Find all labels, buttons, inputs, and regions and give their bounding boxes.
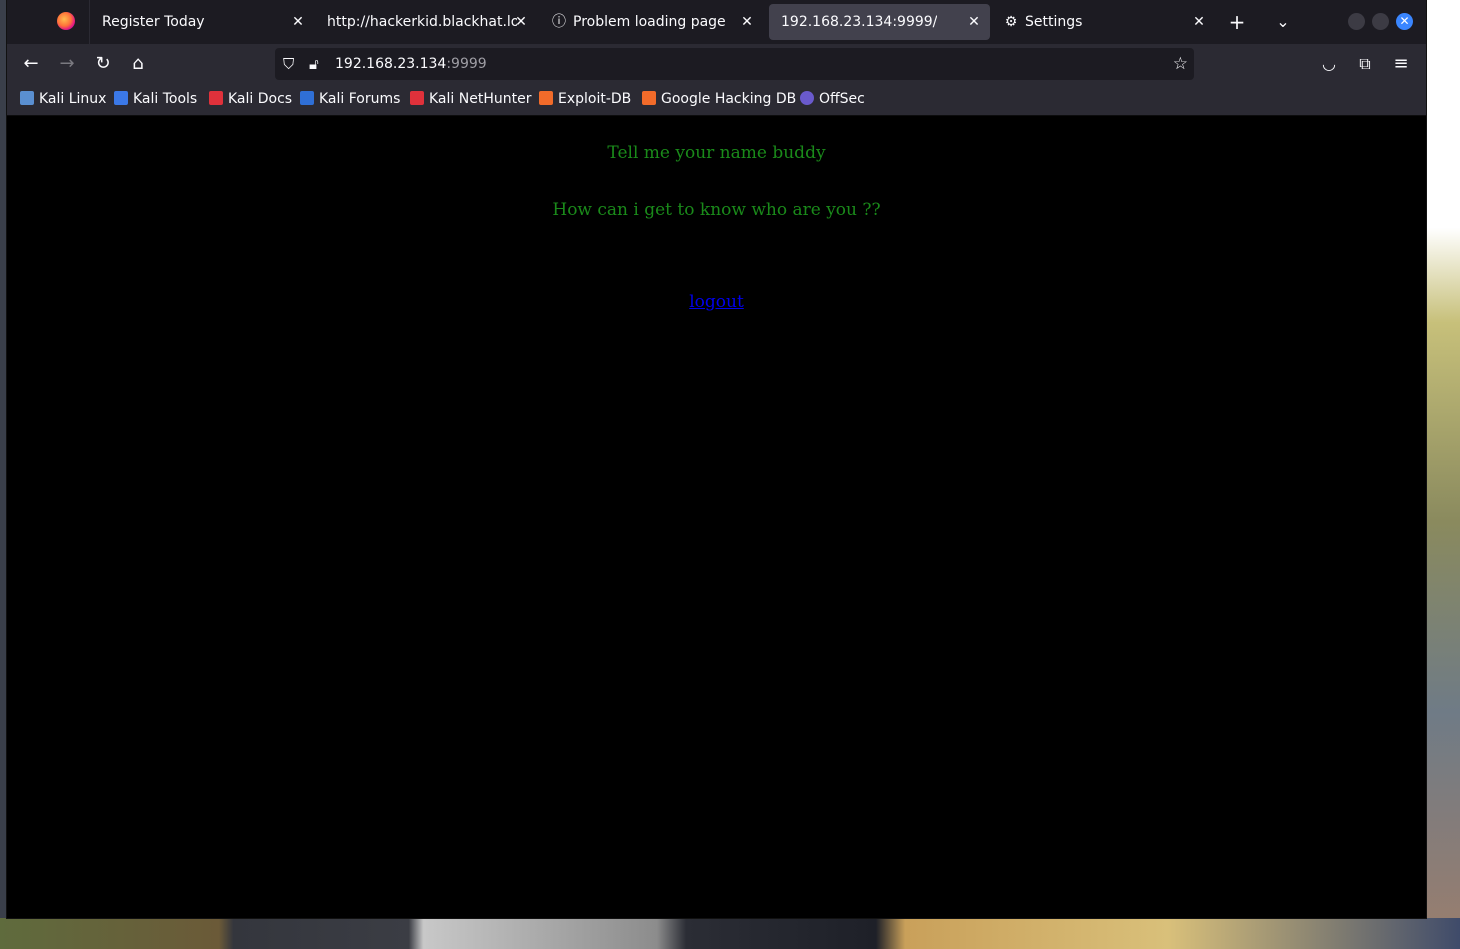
tab-register-today[interactable]: Register Today ✕ (90, 4, 314, 40)
kali-tools-icon (114, 91, 128, 105)
close-icon[interactable]: ✕ (290, 4, 306, 40)
close-icon[interactable]: ✕ (966, 4, 982, 40)
shield-icon[interactable]: ⛉ (283, 48, 294, 80)
bookmark-kali-tools[interactable]: Kali Tools (114, 84, 197, 115)
url-host: 192.168.23.134 (335, 56, 447, 72)
tab-active-192[interactable]: 192.168.23.134:9999/ ✕ (769, 4, 990, 40)
minimize-button[interactable] (1348, 13, 1365, 30)
tab-title: 192.168.23.134:9999/ (781, 14, 938, 30)
offsec-icon (800, 91, 814, 105)
ghdb-icon (642, 91, 656, 105)
maximize-button[interactable] (1372, 13, 1389, 30)
wallpaper-right (1426, 0, 1460, 949)
kali-dragon-icon (20, 91, 34, 105)
close-icon[interactable]: ✕ (513, 4, 529, 40)
bookmark-star-icon[interactable]: ☆ (1173, 48, 1188, 80)
window-close-button[interactable]: ✕ (1396, 13, 1413, 30)
bookmark-kali-nethunter[interactable]: Kali NetHunter (410, 84, 531, 115)
close-icon[interactable]: ✕ (1191, 4, 1207, 40)
nav-toolbar: ← → ↻ ⌂ ⛉ 🔓︎ 192.168.23.134:9999 ☆ ◡ ⧉ ≡ (7, 44, 1426, 84)
bookmark-google-hacking-db[interactable]: Google Hacking DB (642, 84, 796, 115)
tab-title: Register Today (102, 14, 205, 30)
close-icon[interactable]: ✕ (739, 4, 755, 40)
firefox-logo-icon (57, 12, 75, 30)
tab-strip: Register Today ✕ http://hackerkid.blackh… (7, 0, 1426, 44)
prompt-text: Tell me your name buddy (607, 143, 826, 163)
question-text: How can i get to know who are you ?? (552, 200, 881, 220)
home-button[interactable]: ⌂ (122, 48, 154, 80)
tab-settings[interactable]: ⚙ Settings ✕ (991, 4, 1215, 40)
page-content: Tell me your name buddy How can i get to… (7, 116, 1426, 918)
url-port: :9999 (446, 56, 487, 72)
wallpaper-bottom (0, 918, 1460, 949)
kali-docs-icon (209, 91, 223, 105)
browser-window: Register Today ✕ http://hackerkid.blackh… (7, 0, 1426, 918)
tab-hackerkid[interactable]: http://hackerkid.blackhat.loc ✕ (315, 4, 537, 40)
pocket-icon[interactable]: ◡ (1313, 48, 1345, 80)
info-icon: ⓘ (552, 14, 566, 30)
bookmark-offsec[interactable]: OffSec (800, 84, 865, 115)
bookmarks-toolbar: Kali Linux Kali Tools Kali Docs Kali For… (7, 84, 1426, 116)
tab-title: Settings (1025, 14, 1083, 30)
gear-icon: ⚙ (1004, 14, 1018, 30)
new-tab-button[interactable]: + (1219, 4, 1255, 40)
bookmark-kali-docs[interactable]: Kali Docs (209, 84, 292, 115)
tab-problem-loading[interactable]: ⓘ Problem loading page ✕ (539, 4, 763, 40)
list-all-tabs-button[interactable]: ⌄ (1265, 4, 1301, 40)
url-text[interactable]: 192.168.23.134:9999 (335, 48, 487, 80)
logout-link[interactable]: logout (689, 292, 744, 312)
kali-nethunter-icon (410, 91, 424, 105)
tab-title: http://hackerkid.blackhat.loc (327, 14, 517, 30)
menu-icon[interactable]: ≡ (1385, 48, 1417, 80)
extensions-icon[interactable]: ⧉ (1349, 48, 1381, 80)
bookmark-exploit-db[interactable]: Exploit-DB (539, 84, 631, 115)
exploit-db-icon (539, 91, 553, 105)
kali-forums-icon (300, 91, 314, 105)
insecure-lock-icon[interactable]: 🔓︎ (309, 48, 319, 80)
url-bar[interactable]: ⛉ 🔓︎ 192.168.23.134:9999 ☆ (275, 48, 1194, 80)
back-button[interactable]: ← (15, 48, 47, 80)
reload-button[interactable]: ↻ (87, 48, 119, 80)
forward-button[interactable]: → (51, 48, 83, 80)
bookmark-kali-linux[interactable]: Kali Linux (20, 84, 106, 115)
bookmark-kali-forums[interactable]: Kali Forums (300, 84, 400, 115)
tab-title: Problem loading page (573, 14, 726, 30)
logout-container: logout (7, 292, 1426, 312)
